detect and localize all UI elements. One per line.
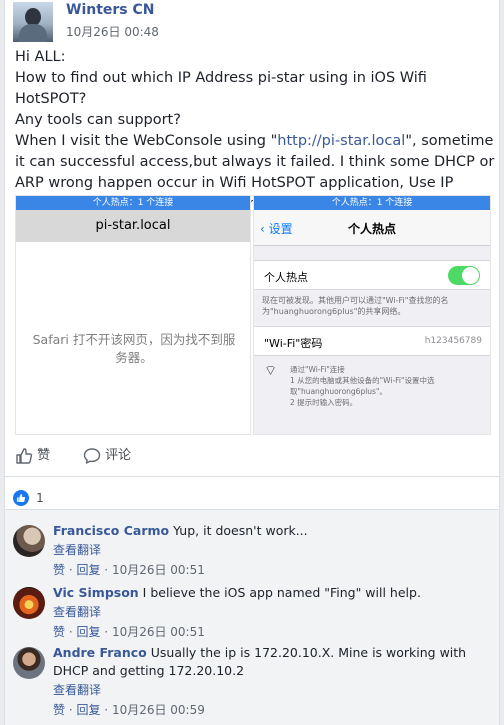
comment-label: 评论 [105, 448, 132, 463]
comment-time[interactable]: 10月26日 00:59 [112, 703, 205, 717]
comment-text: Yup, it doesn't work... [173, 523, 308, 538]
comment-reply-link[interactable]: 回复 [76, 703, 100, 717]
comment-meta: 赞 · 回复 · 10月26日 00:51 [53, 563, 205, 577]
comment-like-link[interactable]: 赞 [53, 563, 65, 577]
avatar[interactable] [13, 647, 45, 679]
avatar[interactable] [13, 525, 45, 557]
comment-text: I believe the iOS app named "Fing" will … [142, 585, 421, 600]
toggle-switch-icon [448, 266, 480, 285]
post-body: Hi ALL: How to find out which IP Address… [15, 47, 497, 215]
hotspot-banner: 个人热点：1 个连接 [16, 196, 250, 210]
settings-nav-bar: ‹ 设置 个人热点 [254, 210, 490, 246]
like-label: 赞 [37, 448, 51, 463]
comment-time[interactable]: 10月26日 00:51 [112, 563, 205, 577]
hotspot-banner: 个人热点：1 个连接 [254, 196, 490, 210]
see-translation-link[interactable]: 查看翻译 [53, 681, 101, 698]
comment-body: Vic Simpson I believe the iOS app named … [53, 584, 493, 602]
post-card: Winters CN 10月26日 00:48 Hi ALL: How to f… [4, 0, 500, 725]
comment-like-link[interactable]: 赞 [53, 625, 65, 639]
comment-button[interactable]: 评论 [83, 444, 131, 465]
post-line-text: When I visit the WebConsole using " [15, 133, 278, 149]
comment-time[interactable]: 10月26日 00:51 [112, 625, 205, 639]
like-count: 1 [36, 490, 44, 505]
comment-body: Andre Franco Usually the ip is 172.20.10… [53, 644, 493, 680]
hotspot-toggle-label: 个人热点 [264, 271, 308, 284]
like-button[interactable]: 赞 [15, 444, 50, 465]
wifi-password-value: h123456789 [424, 336, 482, 346]
post-line: How to find out which IP Address pi-star… [15, 70, 427, 107]
like-reaction-icon [13, 489, 29, 506]
commenter-name[interactable]: Francisco Carmo [53, 523, 169, 538]
wifi-icon: ⌔ [264, 363, 278, 379]
post-timestamp[interactable]: 10月26日 00:48 [66, 23, 159, 40]
discoverable-note: 现在可被发现。其他用户可以通过"Wi-Fi"查找您的名为"huanghuoron… [262, 296, 449, 316]
reactions-summary[interactable]: 1 [13, 487, 44, 506]
safari-error-message: Safari 打不开该网页，因为找不到服务器。 [32, 332, 236, 365]
avatar[interactable] [13, 587, 45, 619]
wifi-help-text: 通过"Wi-Fi"连接 1 从您的电脑或其他设备的"Wi-Fi"设置中选取"hu… [290, 365, 435, 407]
post-line: Any tools can support? [15, 112, 181, 128]
divider [5, 476, 499, 477]
wifi-help: ⌔ 通过"Wi-Fi"连接 1 从您的电脑或其他设备的"Wi-Fi"设置中选取"… [254, 356, 490, 408]
post-line: Hi ALL: [15, 49, 66, 65]
author-name[interactable]: Winters CN [66, 2, 155, 18]
commenter-name[interactable]: Andre Franco [53, 645, 147, 660]
settings-title: 个人热点 [347, 222, 396, 236]
hotspot-toggle-row: 个人热点 [254, 260, 490, 290]
comment-reply-link[interactable]: 回复 [76, 563, 100, 577]
comment-bubble-icon [83, 447, 101, 464]
pi-star-link[interactable]: http://pi-star.local [277, 133, 405, 149]
commenter-name[interactable]: Vic Simpson [53, 585, 139, 600]
comment-like-link[interactable]: 赞 [53, 703, 65, 717]
address-bar: pi-star.local [16, 210, 250, 242]
comment-body: Francisco Carmo Yup, it doesn't work... [53, 522, 493, 540]
wifi-password-label: "Wi-Fi"密码 [264, 337, 323, 350]
wifi-password-row: "Wi-Fi"密码 h123456789 [254, 326, 490, 356]
comment-meta: 赞 · 回复 · 10月26日 00:59 [53, 703, 205, 717]
comment-reply-link[interactable]: 回复 [76, 625, 100, 639]
attached-image-safari[interactable]: 个人热点：1 个连接 pi-star.local Safari 打不开该网页，因… [15, 195, 251, 435]
see-translation-link[interactable]: 查看翻译 [53, 541, 101, 558]
see-translation-link[interactable]: 查看翻译 [53, 603, 101, 620]
attached-image-hotspot-settings[interactable]: 个人热点：1 个连接 ‹ 设置 个人热点 个人热点 现在可被发现。其他用户可以通… [253, 195, 491, 435]
comments-section: Francisco Carmo Yup, it doesn't work... … [5, 509, 499, 725]
comment-meta: 赞 · 回复 · 10月26日 00:51 [53, 625, 205, 639]
author-avatar[interactable] [13, 2, 53, 42]
thumbs-up-icon [16, 447, 33, 464]
